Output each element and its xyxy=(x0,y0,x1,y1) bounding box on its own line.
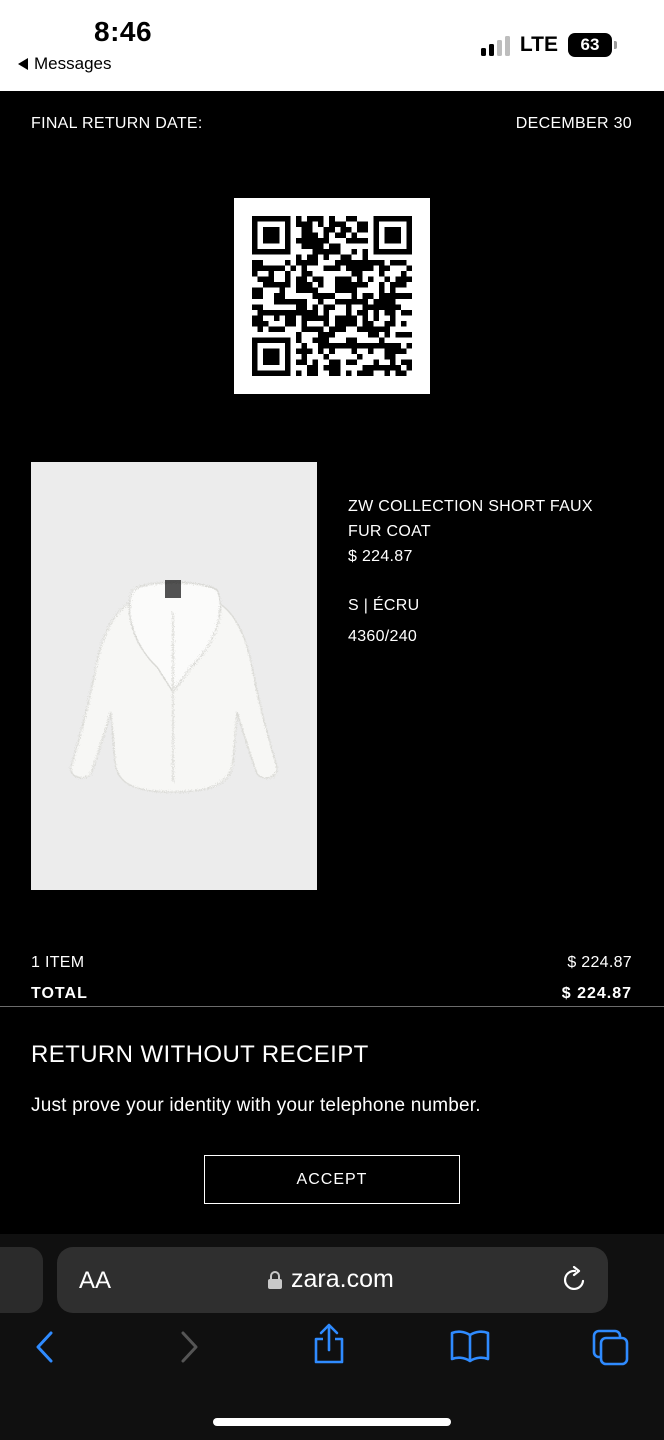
address-bar[interactable]: AA zara.com xyxy=(57,1247,608,1313)
qr-code-image xyxy=(252,216,412,376)
share-button[interactable] xyxy=(312,1323,346,1370)
battery-icon: 63 xyxy=(568,33,617,57)
status-time: 8:46 xyxy=(94,16,153,47)
battery-level: 63 xyxy=(580,35,600,54)
back-button[interactable] xyxy=(32,1329,58,1370)
product-name: ZW COLLECTION SHORT FAUX FUR COAT xyxy=(348,498,593,540)
product-size-color: S | ÉCRU xyxy=(348,597,420,614)
tabs-icon xyxy=(592,1329,629,1366)
back-triangle-icon xyxy=(18,58,28,70)
product-image[interactable] xyxy=(31,462,317,890)
return-without-receipt-sheet: RETURN WITHOUT RECEIPT Just prove your i… xyxy=(0,1006,664,1234)
purchase-date-label: PURCHASE DATE: xyxy=(31,76,175,92)
url-text: zara.com xyxy=(291,1265,394,1293)
final-return-label: FINAL RETURN DATE: xyxy=(31,115,203,132)
purchase-date-row: PURCHASE DATE: DECEMBER 01 xyxy=(31,70,632,92)
product-reference: 4360/240 xyxy=(348,628,418,645)
text-size-label: AA xyxy=(79,1267,112,1294)
signal-icon xyxy=(480,34,510,56)
previous-tab-peek[interactable] xyxy=(0,1247,43,1313)
fur-coat-illustration xyxy=(70,580,278,793)
accept-button[interactable]: ACCEPT xyxy=(204,1155,460,1204)
sheet-title: RETURN WITHOUT RECEIPT xyxy=(31,1041,369,1068)
text-size-button[interactable]: AA xyxy=(79,1267,111,1295)
final-return-row: FINAL RETURN DATE: DECEMBER 30 xyxy=(31,115,632,133)
url-display[interactable]: zara.com xyxy=(267,1265,394,1294)
bookmarks-button[interactable] xyxy=(450,1329,490,1368)
product-info: ZW COLLECTION SHORT FAUX FUR COAT $ 224.… xyxy=(348,494,628,649)
browser-toolbar: AA zara.com xyxy=(0,1234,664,1440)
home-indicator[interactable] xyxy=(213,1418,451,1426)
items-value: $ 224.87 xyxy=(567,954,632,971)
sheet-description: Just prove your identity with your telep… xyxy=(31,1095,481,1116)
reload-icon[interactable] xyxy=(562,1266,588,1294)
bookmarks-icon xyxy=(450,1330,490,1363)
purchase-date-value: DECEMBER 01 xyxy=(515,76,632,92)
product-price: $ 224.87 xyxy=(348,548,413,565)
network-label: LTE xyxy=(519,33,558,56)
share-icon xyxy=(314,1323,344,1364)
status-indicators: LTE 63 xyxy=(480,33,617,57)
lock-icon xyxy=(268,1270,282,1289)
back-icon xyxy=(36,1331,53,1363)
qr-code xyxy=(234,198,430,394)
forward-button[interactable] xyxy=(176,1329,202,1370)
tabs-button[interactable] xyxy=(592,1329,630,1372)
forward-icon xyxy=(181,1331,198,1363)
items-row: 1 ITEM $ 224.87 xyxy=(31,954,632,985)
final-return-value: DECEMBER 30 xyxy=(515,115,632,132)
items-label: 1 ITEM xyxy=(31,954,85,971)
toolbar-nav xyxy=(0,1323,664,1379)
